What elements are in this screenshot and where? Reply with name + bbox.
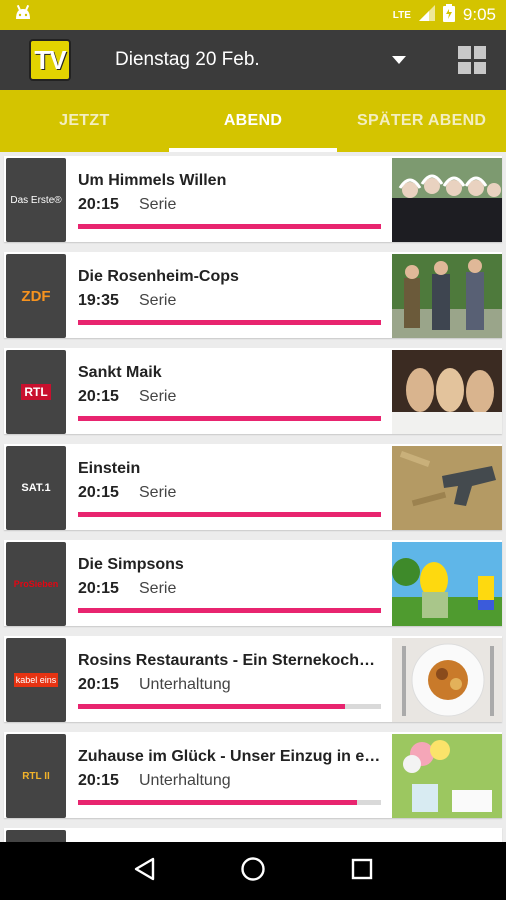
- channel-name: kabel eins: [13, 673, 59, 687]
- time-tabs: JETZT ABEND SPÄTER ABEND: [0, 90, 506, 152]
- program-thumbnail: [392, 542, 502, 626]
- channel-name: SAT.1: [21, 482, 51, 494]
- program-genre: Serie: [139, 580, 177, 597]
- channel-logo: [6, 830, 66, 842]
- progress-bar: [78, 416, 381, 421]
- program-row[interactable]: ZDF Die Rosenheim-Cops 19:35 Serie: [4, 252, 502, 338]
- channel-logo-prosieben: ProSieben: [6, 542, 66, 626]
- progress-fill: [78, 704, 345, 709]
- progress-fill: [78, 320, 381, 325]
- program-time: 19:35: [78, 292, 119, 309]
- signal-icon: [418, 4, 435, 26]
- program-row[interactable]: ProSieben Die Simpsons 20:15 Serie: [4, 540, 502, 626]
- channel-name: ProSieben: [13, 579, 59, 589]
- date-selector[interactable]: Dienstag 20 Feb.: [115, 49, 392, 71]
- lte-indicator: LTE: [392, 9, 411, 21]
- clock: 9:05: [462, 5, 496, 24]
- status-bar: LTE 9:05: [0, 0, 506, 30]
- program-title: Sankt Maik: [78, 364, 162, 381]
- program-row[interactable]: RTL II Zuhause im Glück - Unser Einzug i…: [4, 732, 502, 818]
- program-genre: Serie: [139, 388, 177, 405]
- program-title: Rosins Restaurants - Ein Sternekoch…: [78, 652, 375, 669]
- channel-logo-sat1: SAT.1: [6, 446, 66, 530]
- program-thumbnail: [392, 446, 502, 530]
- progress-fill: [78, 800, 357, 805]
- program-thumbnail: [392, 254, 502, 338]
- progress-fill: [78, 608, 381, 613]
- progress-bar: [78, 800, 381, 805]
- program-title: Einstein: [78, 460, 141, 477]
- program-list[interactable]: Das Erste® Um Himmels Willen 20:15 Serie…: [0, 152, 506, 842]
- program-time: 20:15: [78, 196, 119, 213]
- program-title: Die Simpsons: [78, 556, 184, 573]
- program-genre: Serie: [139, 292, 177, 309]
- channel-name: ZDF: [21, 287, 51, 305]
- app-toolbar: TV Dienstag 20 Feb.: [0, 30, 506, 90]
- android-notification-icon: [14, 4, 32, 26]
- progress-bar: [78, 320, 381, 325]
- chevron-down-icon[interactable]: [392, 53, 406, 67]
- channel-logo-zdf: ZDF: [6, 254, 66, 338]
- program-row[interactable]: SAT.1 Einstein 20:15 Serie: [4, 444, 502, 530]
- home-icon[interactable]: [240, 856, 266, 887]
- program-genre: Serie: [139, 196, 177, 213]
- progress-bar: [78, 608, 381, 613]
- progress-fill: [78, 512, 381, 517]
- program-time: 20:15: [78, 772, 119, 789]
- program-title: Die Rosenheim-Cops: [78, 268, 239, 285]
- channel-logo-rtl: RTL: [6, 350, 66, 434]
- progress-bar: [78, 512, 381, 517]
- channel-logo-das-erste: Das Erste®: [6, 158, 66, 242]
- channel-name: RTL: [21, 384, 51, 400]
- program-time: 20:15: [78, 580, 119, 597]
- program-row-partial[interactable]: [4, 828, 502, 842]
- program-time: 20:15: [78, 676, 119, 693]
- program-thumbnail: [392, 350, 502, 434]
- system-nav-bar: [0, 842, 506, 900]
- app-logo[interactable]: TV: [29, 39, 71, 81]
- program-thumbnail: [392, 158, 502, 242]
- channel-name: Das Erste®: [10, 194, 62, 206]
- channel-logo-rtl2: RTL II: [6, 734, 66, 818]
- program-time: 20:15: [78, 484, 119, 501]
- program-row[interactable]: RTL Sankt Maik 20:15 Serie: [4, 348, 502, 434]
- program-time: 20:15: [78, 388, 119, 405]
- progress-bar: [78, 224, 381, 229]
- progress-bar: [78, 704, 381, 709]
- program-genre: Unterhaltung: [139, 676, 231, 693]
- battery-icon: [442, 3, 455, 27]
- program-title: Um Himmels Willen: [78, 172, 227, 189]
- back-icon[interactable]: [133, 857, 155, 886]
- program-genre: Unterhaltung: [139, 772, 231, 789]
- tab-jetzt[interactable]: JETZT: [0, 90, 169, 152]
- tab-abend[interactable]: ABEND: [168, 90, 338, 152]
- program-row[interactable]: kabel eins Rosins Restaurants - Ein Ster…: [4, 636, 502, 722]
- program-genre: Serie: [139, 484, 177, 501]
- grid-view-icon[interactable]: [458, 46, 486, 74]
- progress-fill: [78, 416, 381, 421]
- program-thumbnail: [392, 734, 502, 818]
- program-row[interactable]: Das Erste® Um Himmels Willen 20:15 Serie: [4, 156, 502, 242]
- channel-logo-kabel-eins: kabel eins: [6, 638, 66, 722]
- recents-icon[interactable]: [351, 858, 373, 885]
- program-title: Zuhause im Glück - Unser Einzug in e…: [78, 748, 381, 765]
- tab-spaeter-abend[interactable]: SPÄTER ABEND: [337, 90, 506, 152]
- channel-name: RTL II: [22, 770, 50, 782]
- progress-fill: [78, 224, 381, 229]
- program-thumbnail: [392, 638, 502, 722]
